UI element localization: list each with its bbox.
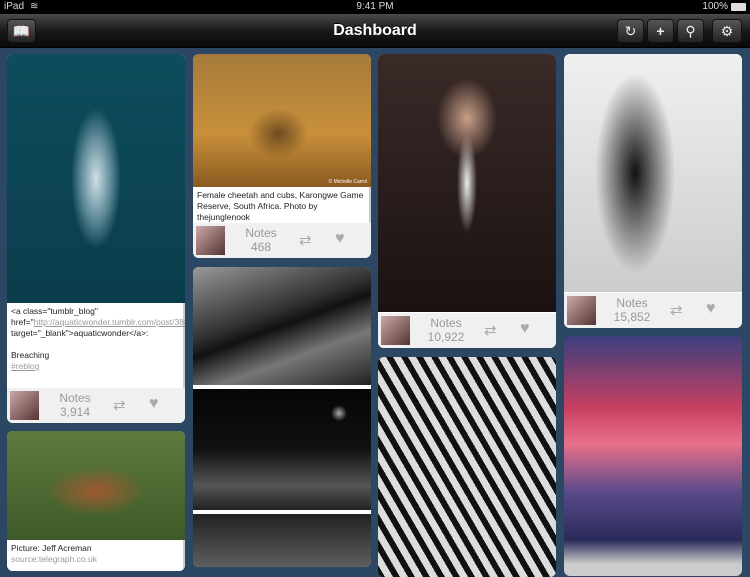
search-icon: ⚲ <box>685 23 696 39</box>
caption-link[interactable]: http://aquaticwonder.tumblr.com/post/388… <box>34 317 185 327</box>
fashion-photo[interactable] <box>564 54 742 292</box>
settings-button[interactable]: ⚙ <box>712 19 742 43</box>
zebra-photo[interactable] <box>378 357 556 577</box>
status-bar: iPad ≋ 9:41 PM 100% <box>0 0 750 14</box>
reblog-icon[interactable]: ⇄ <box>299 231 312 249</box>
reblog-icon[interactable]: ⇄ <box>670 301 683 319</box>
nav-bar: Dashboard 📖 ↻ + ⚲ ⚙ <box>0 14 750 48</box>
gear-icon: ⚙ <box>720 23 734 39</box>
post-card[interactable]: © Michelle Carrol Female cheetah and cub… <box>193 54 371 258</box>
portrait-photo[interactable] <box>378 54 556 312</box>
post-card[interactable]: Notes 10,922 ⇄ ♥ <box>378 54 556 348</box>
post-caption: Female cheetah and cubs, Karongwe Game R… <box>193 187 371 224</box>
battery-icon <box>731 3 746 11</box>
avatar[interactable] <box>196 226 225 255</box>
city-night-photo[interactable] <box>193 389 371 510</box>
search-button[interactable]: ⚲ <box>677 19 704 43</box>
notes-count[interactable]: Notes 3,914 <box>55 391 95 419</box>
post-caption: Picture: Jeff Acreman source:telegraph.co… <box>7 540 185 571</box>
post-card[interactable]: <a class="tumblr_blog" href="http://aqua… <box>7 54 185 423</box>
avatar[interactable] <box>381 316 410 345</box>
add-button[interactable]: + <box>647 19 674 43</box>
mountain-photo[interactable] <box>193 267 371 385</box>
heart-icon[interactable]: ♥ <box>706 300 716 318</box>
post-footer: Notes 15,852 ⇄ ♥ <box>564 293 742 328</box>
plus-icon: + <box>656 23 665 39</box>
clock: 9:41 PM <box>356 1 394 12</box>
avatar[interactable] <box>567 296 596 325</box>
post-footer: Notes 10,922 ⇄ ♥ <box>378 313 556 348</box>
heart-icon[interactable]: ♥ <box>149 395 159 413</box>
book-icon: 📖 <box>12 23 31 39</box>
notes-count[interactable]: Notes 15,852 <box>612 296 652 324</box>
night-photo[interactable] <box>193 514 371 567</box>
post-card[interactable]: Picture: Jeff Acreman source:telegraph.co… <box>7 431 185 571</box>
refresh-icon: ↻ <box>624 23 637 39</box>
post-footer: Notes 3,914 ⇄ ♥ <box>7 388 185 423</box>
heart-icon[interactable]: ♥ <box>335 230 345 248</box>
post-card[interactable]: Notes 15,852 ⇄ ♥ <box>564 54 742 328</box>
avatar[interactable] <box>10 391 39 420</box>
heart-icon[interactable]: ♥ <box>520 320 530 338</box>
reblog-icon[interactable]: ⇄ <box>484 321 497 339</box>
notes-count[interactable]: Notes 10,922 <box>426 316 466 344</box>
book-button[interactable]: 📖 <box>7 19 36 43</box>
tag-link[interactable]: #reblog <box>11 361 39 371</box>
animal-photo[interactable] <box>7 431 185 540</box>
reblog-icon[interactable]: ⇄ <box>113 396 126 414</box>
cheetah-photo[interactable]: © Michelle Carrol <box>193 54 371 187</box>
sunset-photo[interactable] <box>564 336 742 576</box>
post-footer: Notes 468 ⇄ ♥ <box>193 223 371 258</box>
refresh-button[interactable]: ↻ <box>617 19 644 43</box>
whale-photo[interactable] <box>7 54 185 303</box>
post-caption: <a class="tumblr_blog" href="http://aqua… <box>7 303 185 388</box>
notes-count[interactable]: Notes 468 <box>241 226 281 254</box>
battery-label: 100% <box>702 1 728 12</box>
post-card[interactable] <box>193 267 371 567</box>
